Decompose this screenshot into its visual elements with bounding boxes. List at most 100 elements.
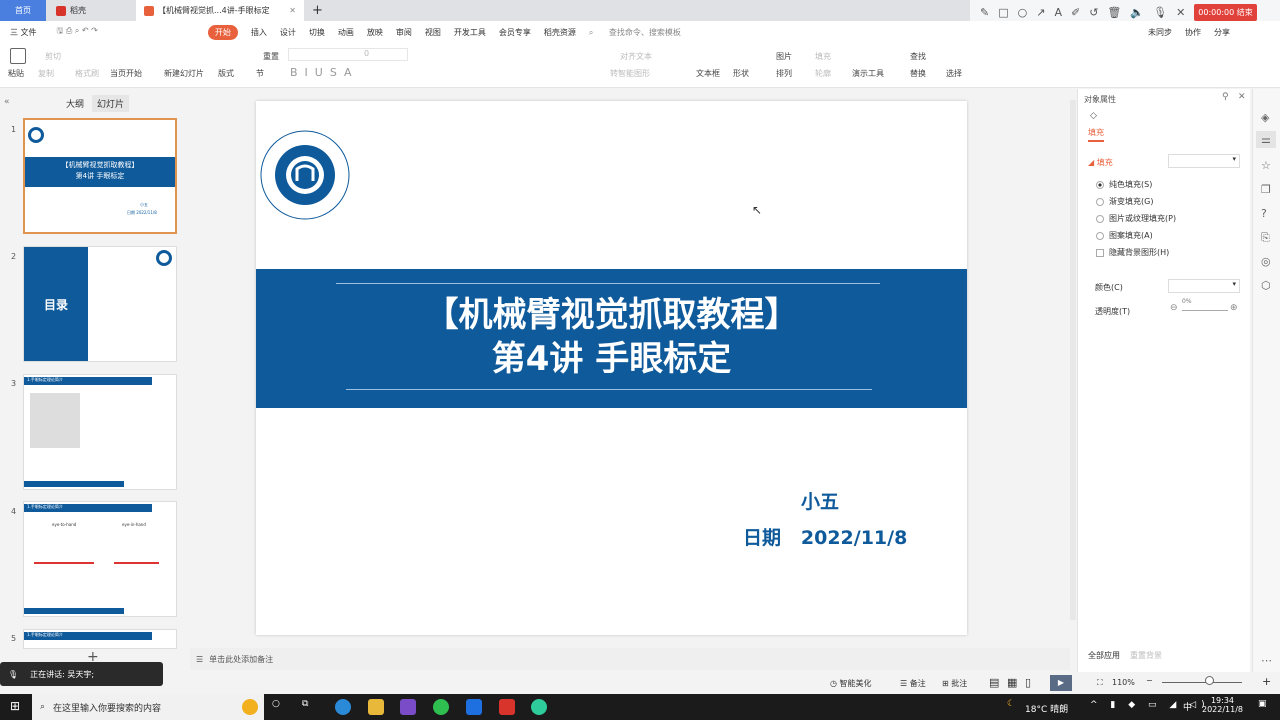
select-button[interactable]: 选择 xyxy=(946,68,962,79)
copy-button[interactable]: 复制 xyxy=(38,68,54,79)
tab-document[interactable]: 【机械臂视觉抓...4讲-手眼标定 ✕ xyxy=(136,0,304,21)
more-icon[interactable]: ⋯ xyxy=(1261,654,1272,667)
fit-icon[interactable]: ⛶ xyxy=(1097,678,1103,688)
edge-icon[interactable] xyxy=(335,699,351,715)
panel-title[interactable]: 对象属性 xyxy=(1084,94,1116,105)
zoom-in-button[interactable]: + xyxy=(1262,675,1271,688)
windows-start-icon[interactable]: ⊞ xyxy=(10,699,20,713)
close-icon[interactable]: ✕ xyxy=(1238,92,1246,102)
beautify-button[interactable]: ◷ 智能美化 xyxy=(830,678,872,689)
arrange-button[interactable]: 排列 xyxy=(776,68,792,79)
paste-button[interactable]: 粘贴 xyxy=(8,68,24,79)
weather-text[interactable]: 18°C 晴朗 xyxy=(1025,702,1068,715)
ime-indicator[interactable]: 中 xyxy=(1183,700,1192,713)
fill-button[interactable]: 填充 xyxy=(815,51,831,62)
animation-icon[interactable]: ☆ xyxy=(1261,159,1271,172)
fill-section-header[interactable]: ◢ 填充 xyxy=(1088,157,1113,168)
new-tab-button[interactable]: + xyxy=(304,0,331,21)
app-icon[interactable] xyxy=(531,699,547,715)
sorter-view-icon[interactable]: ▦ xyxy=(1007,676,1017,689)
zoom-out-button[interactable]: − xyxy=(1146,676,1153,685)
quick-access-icons[interactable]: 🖫 ⎙ ⌕ ↶ ↷ xyxy=(57,25,98,39)
fill-type-select[interactable]: ▾ xyxy=(1168,154,1240,168)
picture-button[interactable]: 图片 xyxy=(776,51,792,62)
collapse-icon[interactable]: « xyxy=(4,97,10,107)
task-view-icon[interactable]: ⧉ xyxy=(302,699,308,709)
slide-thumbnail-1[interactable]: 【机械臂视觉抓取教程】 第4讲 手眼标定 小五 日期 2022/11/8 xyxy=(23,118,177,234)
command-search[interactable]: ⌕ 查找命令、搜索模板 xyxy=(589,27,694,38)
decrease-icon[interactable]: ⊖ xyxy=(1170,303,1178,313)
text-format-buttons[interactable]: BIUSA xyxy=(290,66,359,79)
visual-studio-icon[interactable] xyxy=(400,699,416,715)
wps-icon[interactable] xyxy=(499,699,515,715)
eraser-icon[interactable]: ✐ xyxy=(1071,6,1080,19)
reset-background-button[interactable]: 重置背景 xyxy=(1130,650,1162,661)
menu-insert[interactable]: 插入 xyxy=(251,27,267,38)
shape-button[interactable]: 形状 xyxy=(733,68,749,79)
clock[interactable]: 19:34 2022/11/8 xyxy=(1200,696,1245,714)
collaborate-button[interactable]: 协作 xyxy=(1185,27,1201,38)
new-slide-button[interactable]: 新建幻灯片 xyxy=(164,68,204,79)
outline-button[interactable]: 轮廓 xyxy=(815,68,831,79)
menu-review[interactable]: 审阅 xyxy=(396,27,412,38)
close-icon[interactable]: ✕ xyxy=(289,6,296,15)
menu-slideshow[interactable]: 放映 xyxy=(367,27,383,38)
menu-view[interactable]: 视图 xyxy=(425,27,441,38)
slide-canvas[interactable]: 【机械臂视觉抓取教程】 第4讲 手眼标定 小五 日期 2022/11/8 ↖ xyxy=(256,101,967,635)
menu-animation[interactable]: 动画 xyxy=(338,27,354,38)
tab-slides[interactable]: 幻灯片 xyxy=(92,95,130,112)
section-button[interactable]: 节 xyxy=(256,68,264,79)
circle-icon[interactable]: ○ xyxy=(1018,6,1028,19)
slides-icon[interactable]: ❐ xyxy=(1261,183,1271,196)
text-icon[interactable]: A xyxy=(1054,6,1062,19)
file-explorer-icon[interactable] xyxy=(368,699,384,715)
zoom-level[interactable]: 110% xyxy=(1112,678,1135,687)
tab-outline[interactable]: 大纲 xyxy=(66,97,84,110)
pin-icon[interactable]: ⚲ xyxy=(1222,92,1229,102)
replace-button[interactable]: 替换 xyxy=(910,68,926,79)
arrow-icon[interactable]: ↗ xyxy=(1036,6,1045,19)
slide-thumbnail-5[interactable]: 1.手眼标定理论简介 xyxy=(23,629,177,649)
help-icon[interactable]: ? xyxy=(1261,207,1267,220)
presentation-tools-button[interactable]: 演示工具 xyxy=(852,68,884,79)
format-painter-button[interactable]: 格式刷 xyxy=(75,68,99,79)
undo-icon[interactable]: ↺ xyxy=(1089,6,1098,19)
normal-view-icon[interactable]: ▤ xyxy=(989,676,999,689)
menu-docer-resources[interactable]: 稻壳资源 xyxy=(544,27,576,38)
wechat-icon[interactable] xyxy=(433,699,449,715)
location-icon[interactable]: ◎ xyxy=(1261,255,1271,268)
smart-art-button[interactable]: 转智能图形 xyxy=(610,68,650,79)
color-select[interactable]: ▾ xyxy=(1168,279,1240,293)
trash-icon[interactable]: 🗑 xyxy=(1107,6,1121,19)
tab-home[interactable]: 首页 xyxy=(0,0,46,21)
notes-toggle[interactable]: ☰ 备注 xyxy=(900,678,926,689)
menu-transition[interactable]: 切换 xyxy=(309,27,325,38)
speaker-icon[interactable]: 🔈 xyxy=(1130,6,1144,19)
menu-start[interactable]: 开始 xyxy=(207,24,238,40)
reset-button[interactable]: 重置 xyxy=(263,51,279,62)
properties-icon[interactable]: ⚌ xyxy=(1256,131,1276,148)
play-slideshow-button[interactable]: ▶ xyxy=(1050,675,1072,691)
menu-member[interactable]: 会员专享 xyxy=(499,27,531,38)
hide-background-checkbox[interactable]: 隐藏背景图形(H) xyxy=(1096,247,1176,258)
radio-picture-fill[interactable]: 图片或纹理填充(P) xyxy=(1096,213,1176,224)
tab-docer[interactable]: 稻壳 xyxy=(48,0,134,21)
pen-icon[interactable]: ✎ xyxy=(980,6,989,19)
comment-button[interactable]: ⊞ 批注 xyxy=(942,678,967,689)
notification-icon[interactable]: ▣ xyxy=(1258,699,1267,709)
file-menu[interactable]: 三 文件 xyxy=(10,27,37,38)
tencent-meeting-icon[interactable] xyxy=(466,699,482,715)
transparency-slider[interactable] xyxy=(1182,310,1228,311)
end-recording-button[interactable]: 00:00:00 结束 xyxy=(1194,3,1257,21)
apply-all-button[interactable]: 全部应用 xyxy=(1088,650,1120,661)
font-size-select[interactable]: 0 xyxy=(288,48,408,61)
rectangle-icon[interactable]: □ xyxy=(998,6,1008,19)
menu-design[interactable]: 设计 xyxy=(280,27,296,38)
sync-status[interactable]: 未同步 xyxy=(1148,27,1172,38)
paste-icon[interactable] xyxy=(10,48,26,66)
radio-solid-fill[interactable]: 纯色填充(S) xyxy=(1096,179,1176,190)
share-button[interactable]: 分享 xyxy=(1214,27,1230,38)
backup-icon[interactable]: ⎘ xyxy=(1261,231,1270,245)
taskbar-search[interactable]: ⌕ 在这里输入你要搜索的内容 xyxy=(32,694,264,720)
radio-pattern-fill[interactable]: 图案填充(A) xyxy=(1096,230,1176,241)
